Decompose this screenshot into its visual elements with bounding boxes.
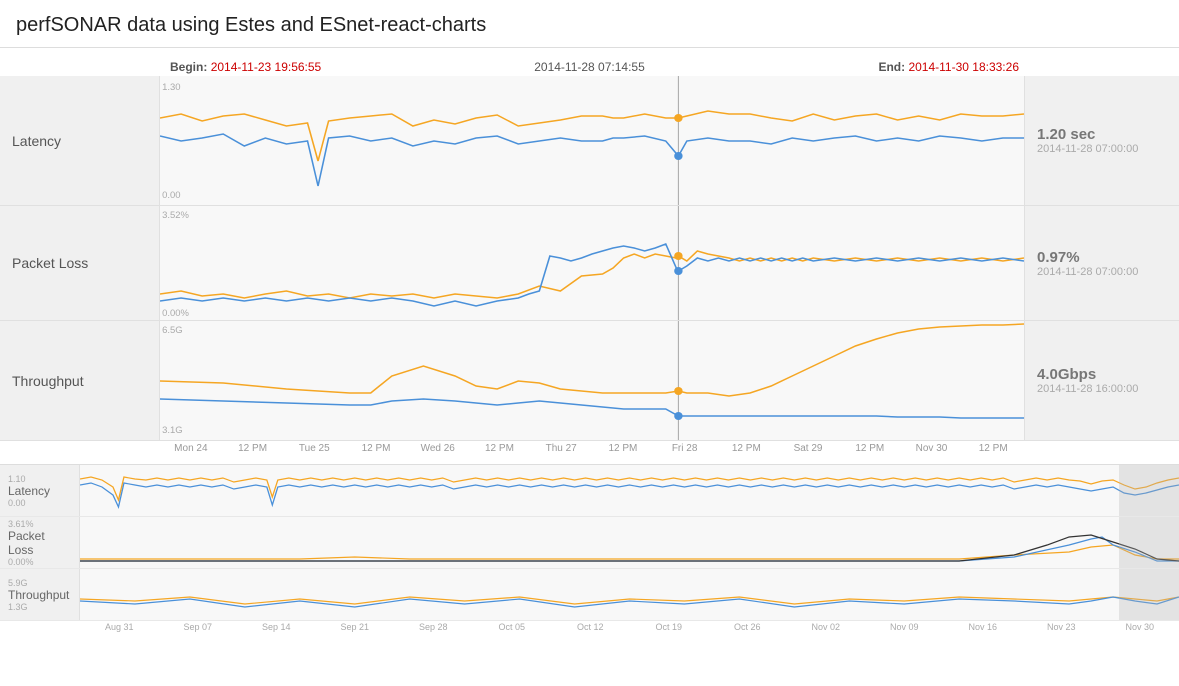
x-tick: Thu 27 <box>530 443 592 454</box>
packet-loss-info: 0.97% 2014-11-28 07:00:00 <box>1024 206 1179 320</box>
mini-x-tick: Sep 21 <box>316 622 395 632</box>
begin-time: Begin: 2014-11-23 19:56:55 <box>170 60 321 74</box>
mini-throughput-label: 5.9G Throughput 1.3G <box>0 569 80 620</box>
throughput-date: 2014-11-28 16:00:00 <box>1037 383 1138 395</box>
packet-loss-chart-area: 3.52% 0.00% <box>160 206 1024 320</box>
x-tick: Mon 24 <box>160 443 222 454</box>
x-tick: 12 PM <box>715 443 777 454</box>
throughput-label: Throughput <box>0 321 160 440</box>
page-title: perfSONAR data using Estes and ESnet-rea… <box>0 0 1179 48</box>
mini-throughput-row: 5.9G Throughput 1.3G <box>0 569 1179 621</box>
latency-info: 1.20 sec 2014-11-28 07:00:00 <box>1024 76 1179 205</box>
mini-latency-label: 1.10 Latency 0.00 <box>0 465 80 516</box>
packet-loss-chart-row: Packet Loss 3.52% 0.00% 0.97% 2014-11-28… <box>0 206 1179 321</box>
svg-text:0.00: 0.00 <box>162 190 180 200</box>
mini-x-tick: Sep 28 <box>394 622 473 632</box>
mini-x-tick: Sep 07 <box>159 622 238 632</box>
throughput-chart-area: 6.5G 3.1G <box>160 321 1024 440</box>
svg-text:1.30: 1.30 <box>162 82 180 92</box>
mini-x-tick: Nov 30 <box>1101 622 1179 632</box>
mini-tp-ymin: 1.3G <box>8 602 69 612</box>
packet-loss-label: Packet Loss <box>0 206 160 320</box>
mini-x-tick: Nov 16 <box>944 622 1023 632</box>
x-tick: Sat 29 <box>777 443 839 454</box>
svg-text:6.5G: 6.5G <box>162 325 183 335</box>
mini-latency-ymin: 0.00 <box>8 498 50 508</box>
x-tick: Nov 30 <box>901 443 963 454</box>
x-tick: 12 PM <box>839 443 901 454</box>
mini-x-tick: Oct 26 <box>708 622 787 632</box>
throughput-value: 4.0Gbps <box>1037 366 1096 383</box>
main-chart-section: Begin: 2014-11-23 19:56:55 2014-11-28 07… <box>0 48 1179 456</box>
mini-tp-highlight <box>1119 569 1179 620</box>
mini-latency-row: 1.10 Latency 0.00 <box>0 465 1179 517</box>
mini-latency-highlight <box>1119 465 1179 516</box>
mini-x-axis: Aug 31 Sep 07 Sep 14 Sep 21 Sep 28 Oct 0… <box>0 621 1179 632</box>
mini-x-tick: Aug 31 <box>80 622 159 632</box>
mini-x-tick: Nov 09 <box>865 622 944 632</box>
packet-loss-value: 0.97% <box>1037 249 1080 266</box>
mini-pl-highlight <box>1119 517 1179 568</box>
mini-x-tick: Oct 12 <box>551 622 630 632</box>
latency-chart-area: 1.30 0.00 <box>160 76 1024 205</box>
throughput-chart-row: Throughput 6.5G 3.1G 4.0Gbps 2014-11-28 … <box>0 321 1179 441</box>
x-tick: Fri 28 <box>654 443 716 454</box>
x-tick: 12 PM <box>592 443 654 454</box>
mini-x-tick: Sep 14 <box>237 622 316 632</box>
mini-throughput-chart[interactable] <box>80 569 1179 620</box>
mini-tp-ymax: 5.9G <box>8 578 69 588</box>
throughput-info: 4.0Gbps 2014-11-28 16:00:00 <box>1024 321 1179 440</box>
latency-date: 2014-11-28 07:00:00 <box>1037 143 1138 155</box>
main-x-axis: Mon 24 12 PM Tue 25 12 PM Wed 26 12 PM T… <box>0 441 1179 456</box>
x-tick: 12 PM <box>222 443 284 454</box>
latency-chart-row: Latency 1.30 0.00 1.20 sec 2014-11-28 0 <box>0 76 1179 206</box>
mini-x-tick: Nov 23 <box>1022 622 1101 632</box>
mini-latency-ymax: 1.10 <box>8 474 50 484</box>
x-tick: 12 PM <box>962 443 1024 454</box>
mini-pl-ymin: 0.00% <box>8 557 71 567</box>
svg-text:3.1G: 3.1G <box>162 425 183 435</box>
x-tick: Wed 26 <box>407 443 469 454</box>
x-tick: Tue 25 <box>283 443 345 454</box>
packet-loss-date: 2014-11-28 07:00:00 <box>1037 266 1138 278</box>
time-header: Begin: 2014-11-23 19:56:55 2014-11-28 07… <box>0 56 1179 76</box>
center-time: 2014-11-28 07:14:55 <box>534 60 645 74</box>
mini-pl-ymax: 3.61% <box>8 519 71 529</box>
mini-charts-section: 1.10 Latency 0.00 3.61% Packet Loss 0.00… <box>0 464 1179 632</box>
mini-packet-loss-label: 3.61% Packet Loss 0.00% <box>0 517 80 568</box>
latency-value: 1.20 sec <box>1037 126 1095 143</box>
mini-x-tick: Nov 02 <box>787 622 866 632</box>
mini-packet-loss-chart[interactable] <box>80 517 1179 568</box>
svg-text:3.52%: 3.52% <box>162 210 189 220</box>
end-time: End: 2014-11-30 18:33:26 <box>878 60 1019 74</box>
mini-latency-chart[interactable] <box>80 465 1179 516</box>
x-tick: 12 PM <box>469 443 531 454</box>
mini-packet-loss-row: 3.61% Packet Loss 0.00% <box>0 517 1179 569</box>
mini-x-tick: Oct 05 <box>473 622 552 632</box>
x-tick: 12 PM <box>345 443 407 454</box>
svg-text:0.00%: 0.00% <box>162 308 189 318</box>
mini-x-tick: Oct 19 <box>630 622 709 632</box>
latency-label: Latency <box>0 76 160 205</box>
